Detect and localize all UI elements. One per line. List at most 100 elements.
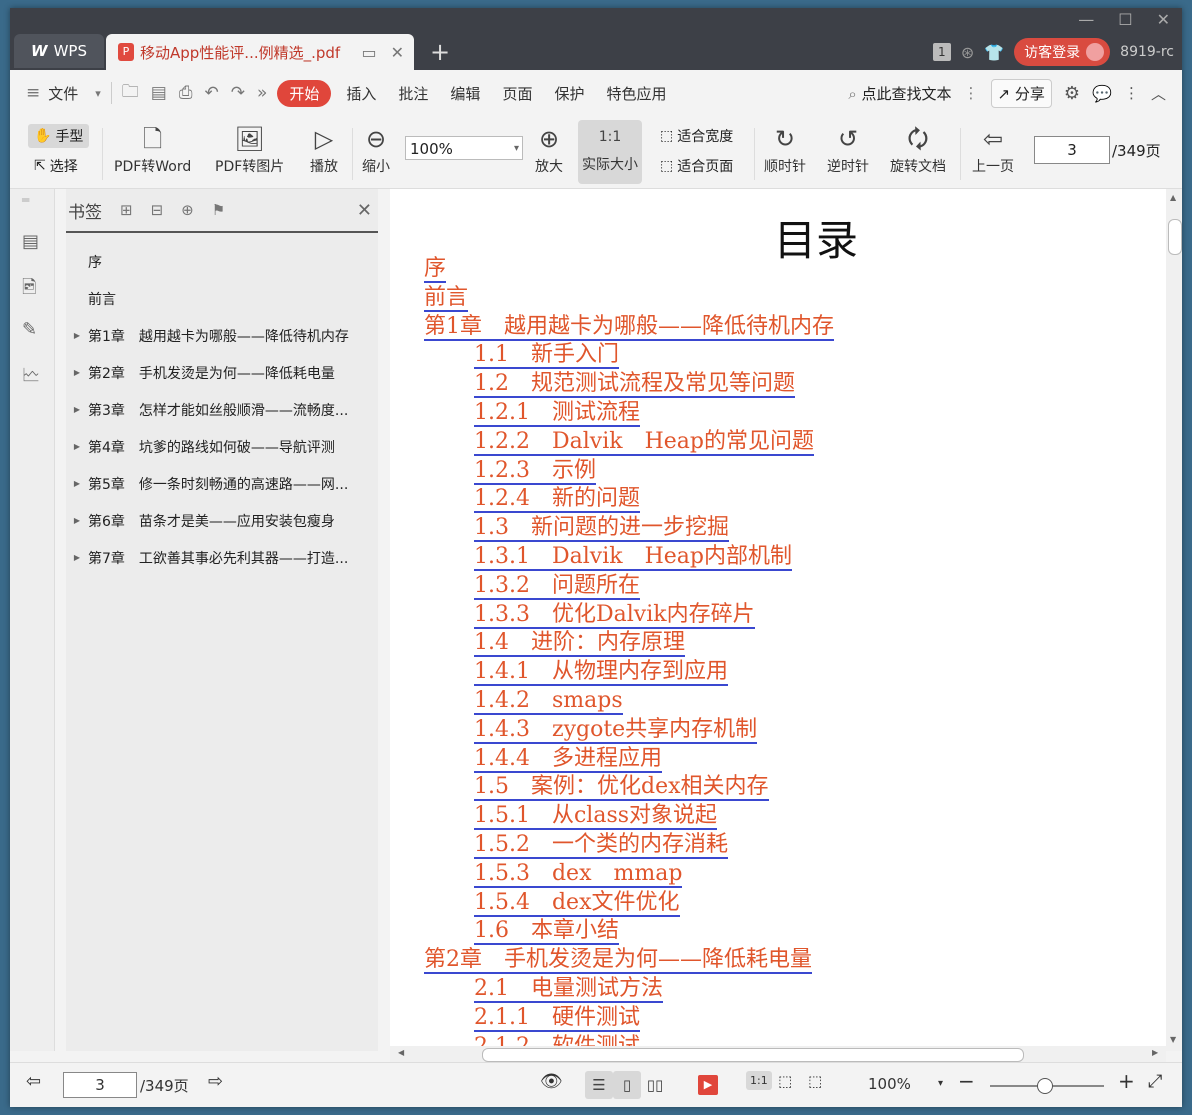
toc-link[interactable]: 1.2.4 新的问题 [474,486,640,514]
toc-link[interactable]: 1.5.2 一个类的内存消耗 [474,831,728,859]
toc-entry[interactable]: 前言 [424,284,834,313]
toc-entry[interactable]: 1.2 规范测试流程及常见等问题 [424,370,834,399]
fullscreen-icon[interactable]: ⤢ [1148,1071,1162,1092]
toc-entry[interactable]: 第2章 手机发烫是为何——降低耗电量 [424,946,834,975]
search-text-button[interactable]: ⌕ 点此查找文本 [848,83,951,104]
actual-size-button[interactable]: 1:1 实际大小 [578,120,642,184]
expand-arrow-icon[interactable]: ▶ [66,368,88,377]
tab-annotate[interactable]: 批注 [387,83,439,104]
more-tools-icon[interactable]: » [251,83,273,103]
zoom-select[interactable]: 100% ▾ [405,136,523,160]
toc-link[interactable]: 1.4 进阶：内存原理 [474,630,685,658]
select-tool-button[interactable]: ⇱ 选择 [34,156,78,176]
toc-entry[interactable]: 1.4 进阶：内存原理 [424,629,834,658]
toc-link[interactable]: 1.2.2 Dalvik Heap的常见问题 [474,428,814,456]
toc-entry[interactable]: 1.4.3 zygote共享内存机制 [424,716,834,745]
guest-login-button[interactable]: 访客登录 [1014,38,1111,66]
skin-shirt-icon[interactable]: 👕 [984,43,1004,62]
bookmark-item[interactable]: ▶ 第6章 苗条才是美——应用安装包瘦身 [66,502,378,539]
zoom-slider[interactable] [990,1078,1104,1094]
toc-link[interactable]: 1.2.3 示例 [474,457,596,485]
prev-page-icon[interactable]: ⇦ [26,1071,41,1092]
eye-protection-icon[interactable]: 👁 [540,1071,563,1092]
print-icon[interactable]: ⎙ [173,83,199,103]
annotation-pen-icon[interactable]: ✎ [22,319,37,340]
single-page-icon[interactable]: ▯ [613,1071,641,1099]
scroll-left-icon[interactable]: ◀ [398,1048,404,1057]
toc-entry[interactable]: 1.3 新问题的进一步挖掘 [424,514,834,543]
pdf-to-word-button[interactable]: 🗋 PDF转Word [114,122,191,176]
add-bookmark-icon[interactable]: ⊕ [181,201,194,219]
slideshow-play-icon[interactable]: ▶ [698,1075,718,1095]
tab-page[interactable]: 页面 [491,83,543,104]
bookmark-item[interactable]: ▶ 第3章 怎样才能如丝般顺滑——流畅度... [66,391,378,428]
toc-link[interactable]: 1.2.1 测试流程 [474,399,640,427]
pdf-to-image-button[interactable]: 🖼 PDF转图片 [215,122,284,176]
toc-entry[interactable]: 1.3.2 问题所在 [424,572,834,601]
continuous-view-icon[interactable]: ☰ [585,1071,613,1099]
horizontal-scrollbar[interactable]: ◀ ▶ [390,1046,1166,1062]
rotate-counterclockwise-button[interactable]: ↺ 逆时针 [827,122,869,176]
toc-entry[interactable]: 1.2.1 测试流程 [424,399,834,428]
collapse-ribbon-icon[interactable]: ︿ [1151,83,1166,104]
toc-link[interactable]: 2.1.2 软件测试 [474,1033,640,1046]
toc-link[interactable]: 1.4.4 多进程应用 [474,745,662,773]
toc-link[interactable]: 第1章 越用越卡为哪般——降低待机内存 [424,313,834,341]
toc-link[interactable]: 1.4.1 从物理内存到应用 [474,659,728,687]
close-tab-icon[interactable]: ✕ [391,43,404,62]
expand-arrow-icon[interactable]: ▶ [66,331,88,340]
toc-entry[interactable]: 1.5.4 dex文件优化 [424,889,834,918]
toc-entry[interactable]: 1.5.2 一个类的内存消耗 [424,831,834,860]
toc-entry[interactable]: 第1章 越用越卡为哪般——降低待机内存 [424,313,834,342]
toc-entry[interactable]: 1.3.3 优化Dalvik内存碎片 [424,601,834,630]
toc-entry[interactable]: 1.5.3 dex mmap [424,860,834,889]
toc-entry[interactable]: 1.2.2 Dalvik Heap的常见问题 [424,428,834,457]
toc-link[interactable]: 2.1.1 硬件测试 [474,1004,640,1032]
toc-link[interactable]: 1.2 规范测试流程及常见等问题 [474,371,795,399]
toc-link[interactable]: 1.5 案例：优化dex相关内存 [474,774,769,802]
document-tab[interactable]: P 移动App性能评...例精选_.pdf ▭ ✕ [106,34,414,70]
toc-link[interactable]: 1.4.2 smaps [474,687,623,715]
bookmark-list-icon[interactable]: ▤ [22,231,39,252]
vertical-scrollbar[interactable]: ▲ ▼ [1166,189,1182,1051]
more-options-icon[interactable]: ⋮ [1124,84,1139,102]
maximize-icon[interactable]: ☐ [1118,10,1132,29]
toc-entry[interactable]: 1.4.1 从物理内存到应用 [424,658,834,687]
toc-entry[interactable]: 2.1.1 硬件测试 [424,1004,834,1033]
previous-page-button[interactable]: ⇦ 上一页 [972,122,1014,176]
share-button[interactable]: ↗ 分享 [990,78,1052,108]
toc-entry[interactable]: 1.2.4 新的问题 [424,485,834,514]
chevron-down-icon[interactable]: ▾ [938,1078,943,1089]
bookmark-item[interactable]: 前言 [66,280,378,317]
bookmark-item[interactable]: 序 [66,243,378,280]
image-extract-icon[interactable]: 🗠 [22,363,40,393]
tab-start[interactable]: 开始 [277,79,332,107]
window-count-badge[interactable]: 1 [932,43,951,61]
next-page-icon[interactable]: ⇨ [208,1071,223,1092]
tab-protect[interactable]: 保护 [543,83,595,104]
undo-icon[interactable]: ↶ [198,83,224,103]
tab-insert[interactable]: 插入 [335,83,387,104]
scroll-up-icon[interactable]: ▲ [1170,193,1176,202]
new-tab-button[interactable]: + [430,38,450,66]
toc-link[interactable]: 1.3.1 Dalvik Heap内部机制 [474,543,792,571]
bookmark-item[interactable]: ▶ 第1章 越用越卡为哪般——降低待机内存 [66,317,378,354]
toc-entry[interactable]: 2.1.2 软件测试 [424,1033,834,1046]
toc-link[interactable]: 1.3.2 问题所在 [474,572,640,600]
toc-entry[interactable]: 1.4.4 多进程应用 [424,745,834,774]
toc-link[interactable]: 2.1 电量测试方法 [474,975,663,1003]
chevron-down-icon[interactable]: ▾ [89,87,107,100]
fit-page-button[interactable]: ⬚ 适合页面 [660,156,733,176]
tab-features[interactable]: 特色应用 [595,83,677,104]
vertical-scroll-thumb[interactable] [1168,219,1182,255]
expand-all-icon[interactable]: ⊞ [120,201,133,219]
zoom-out-status-icon[interactable]: − [958,1069,975,1093]
rotate-clockwise-button[interactable]: ↻ 顺时针 [764,122,806,176]
toc-entry[interactable]: 1.2.3 示例 [424,457,834,486]
document-view[interactable]: 目录 序前言 第1章 越用越卡为哪般——降低待机内存 1.1 新手入门 1.2 规范测… [390,189,1166,1046]
toc-entry[interactable]: 1.3.1 Dalvik Heap内部机制 [424,543,834,572]
toc-entry[interactable]: 1.4.2 smaps [424,687,834,716]
toc-link[interactable]: 序 [424,256,447,283]
save-icon[interactable]: ▤ [145,83,173,103]
toc-link[interactable]: 1.3.3 优化Dalvik内存碎片 [474,601,755,629]
